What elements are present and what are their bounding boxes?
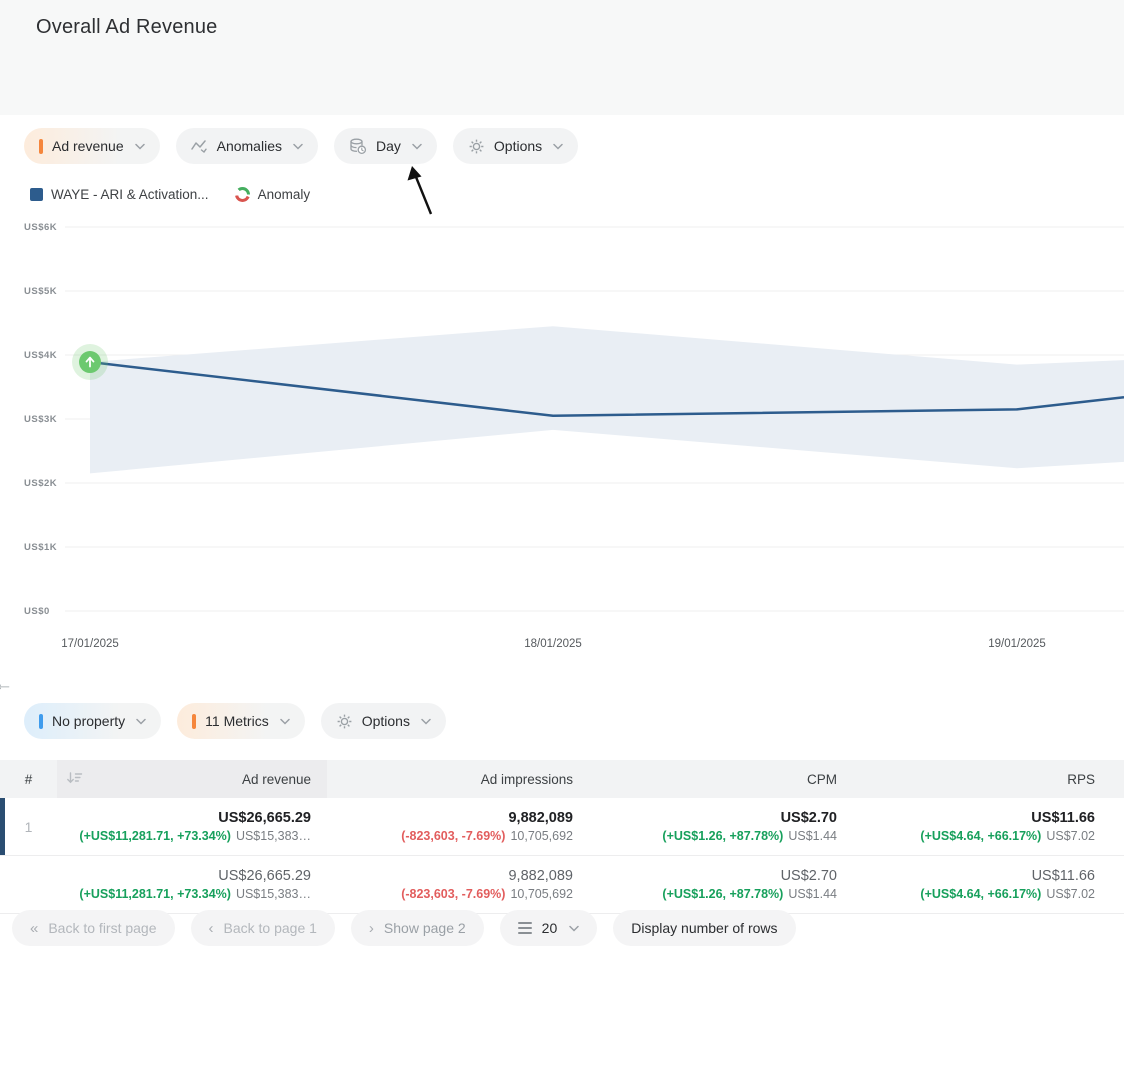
display-number-of-rows-button[interactable]: Display number of rows [613, 910, 795, 946]
header-ad-impressions[interactable]: Ad impressions [327, 760, 589, 798]
svg-text:US$3K: US$3K [24, 414, 57, 425]
cpm-delta: (+US$1.26, +87.78%) [662, 887, 783, 901]
x-axis-labels: 17/01/2025 18/01/2025 19/01/2025 [61, 638, 1046, 650]
back-to-first-page-label: Back to first page [48, 920, 156, 936]
rows-icon [518, 922, 532, 934]
svg-text:US$6K: US$6K [24, 222, 57, 233]
gear-icon [336, 713, 353, 730]
ad-impressions-value: 9,882,089 [508, 810, 573, 826]
ad-impressions-delta: (-823,603, -7.69%) [401, 887, 505, 901]
rps-delta: (+US$4.64, +66.17%) [920, 887, 1041, 901]
table-options-pill-label: Options [362, 713, 410, 729]
svg-text:US$2K: US$2K [24, 478, 57, 489]
back-to-page-1-button[interactable]: ‹ Back to page 1 [191, 910, 335, 946]
cpm-value: US$2.70 [781, 868, 837, 884]
rps-cell: US$11.66 (+US$4.64, +66.17%) US$7.02 [853, 856, 1124, 913]
chevron-down-icon [569, 925, 579, 932]
anomaly-marker[interactable] [72, 344, 108, 380]
ad-revenue-delta: (+US$11,281.71, +73.34%) [79, 829, 231, 843]
metrics-pill-label: 11 Metrics [205, 713, 269, 729]
metrics-bar-icon [192, 714, 196, 729]
rps-previous: US$7.02 [1046, 887, 1095, 901]
cpm-previous: US$1.44 [788, 887, 837, 901]
rps-delta: (+US$4.64, +66.17%) [920, 829, 1041, 843]
chevron-down-icon [421, 718, 431, 725]
ad-impressions-delta: (-823,603, -7.69%) [401, 829, 505, 843]
anomaly-confidence-band [90, 326, 1124, 473]
back-arrow-icon[interactable]: ← [0, 674, 13, 696]
back-to-first-page-button[interactable]: « Back to first page [12, 910, 175, 946]
pagination-bar: « Back to first page ‹ Back to page 1 › … [12, 910, 796, 946]
chevron-down-icon [136, 718, 146, 725]
svg-text:18/01/2025: 18/01/2025 [524, 638, 582, 650]
ad-revenue-previous: US$15,383… [236, 887, 311, 901]
ad-impressions-cell: 9,882,089 (-823,603, -7.69%) 10,705,692 [327, 798, 589, 855]
ad-impressions-previous: 10,705,692 [510, 887, 573, 901]
table-toolbar: No property 11 Metrics Options [24, 703, 446, 739]
header-cpm[interactable]: CPM [589, 760, 853, 798]
double-chevron-left-icon: « [30, 920, 38, 937]
selected-row-indicator [0, 798, 5, 855]
header-rps[interactable]: RPS [853, 760, 1124, 798]
rps-previous: US$7.02 [1046, 829, 1095, 843]
chevron-left-icon: ‹ [209, 920, 214, 937]
ad-revenue-value: US$26,665.29 [218, 810, 311, 826]
table-options-pill[interactable]: Options [321, 703, 446, 739]
cpm-value: US$2.70 [781, 810, 837, 826]
property-bar-icon [39, 714, 43, 729]
rps-value: US$11.66 [1032, 868, 1095, 884]
property-pill[interactable]: No property [24, 703, 161, 739]
ad-impressions-value: 9,882,089 [508, 868, 573, 884]
page-size-value: 20 [542, 920, 558, 936]
display-number-of-rows-label: Display number of rows [631, 920, 777, 936]
table-row[interactable]: US$26,665.29 (+US$11,281.71, +73.34%) US… [0, 856, 1124, 914]
show-page-2-label: Show page 2 [384, 920, 466, 936]
revenue-line-chart[interactable]: US$6K US$5K US$4K US$3K US$2K US$1K US$0 17/01/… [0, 0, 1124, 660]
table-header-row: # Ad revenue Ad impressions CPM RPS [0, 760, 1124, 798]
sort-descending-icon[interactable] [65, 770, 83, 789]
chevron-right-icon: › [369, 920, 374, 937]
cpm-cell: US$2.70 (+US$1.26, +87.78%) US$1.44 [589, 798, 853, 855]
ad-revenue-cell: US$26,665.29 (+US$11,281.71, +73.34%) US… [57, 856, 327, 913]
table-row[interactable]: 1 US$26,665.29 (+US$11,281.71, +73.34%) … [0, 798, 1124, 856]
back-to-page-1-label: Back to page 1 [224, 920, 317, 936]
show-page-2-button[interactable]: › Show page 2 [351, 910, 484, 946]
property-pill-label: No property [52, 713, 125, 729]
chevron-down-icon [280, 718, 290, 725]
svg-text:US$4K: US$4K [24, 350, 57, 361]
metrics-pill[interactable]: 11 Metrics [177, 703, 305, 739]
cpm-cell: US$2.70 (+US$1.26, +87.78%) US$1.44 [589, 856, 853, 913]
row-index [0, 856, 57, 913]
metrics-table: # Ad revenue Ad impressions CPM RPS 1 US… [0, 760, 1124, 914]
ad-impressions-cell: 9,882,089 (-823,603, -7.69%) 10,705,692 [327, 856, 589, 913]
ad-revenue-previous: US$15,383… [236, 829, 311, 843]
cpm-previous: US$1.44 [788, 829, 837, 843]
cpm-delta: (+US$1.26, +87.78%) [662, 829, 783, 843]
svg-text:US$1K: US$1K [24, 542, 57, 553]
svg-text:17/01/2025: 17/01/2025 [61, 638, 119, 650]
row-index: 1 [0, 798, 57, 855]
svg-text:US$0: US$0 [24, 606, 50, 617]
header-index: # [0, 760, 57, 798]
page-size-dropdown[interactable]: 20 [500, 910, 598, 946]
ad-impressions-previous: 10,705,692 [510, 829, 573, 843]
rps-value: US$11.66 [1031, 810, 1095, 826]
rps-cell: US$11.66 (+US$4.64, +66.17%) US$7.02 [853, 798, 1124, 855]
svg-text:US$5K: US$5K [24, 286, 57, 297]
ad-revenue-value: US$26,665.29 [218, 868, 311, 884]
svg-text:19/01/2025: 19/01/2025 [988, 638, 1046, 650]
ad-revenue-delta: (+US$11,281.71, +73.34%) [79, 887, 231, 901]
ad-revenue-cell: US$26,665.29 (+US$11,281.71, +73.34%) US… [57, 798, 327, 855]
header-ad-revenue[interactable]: Ad revenue [57, 760, 327, 798]
header-ad-revenue-label: Ad revenue [242, 772, 311, 787]
